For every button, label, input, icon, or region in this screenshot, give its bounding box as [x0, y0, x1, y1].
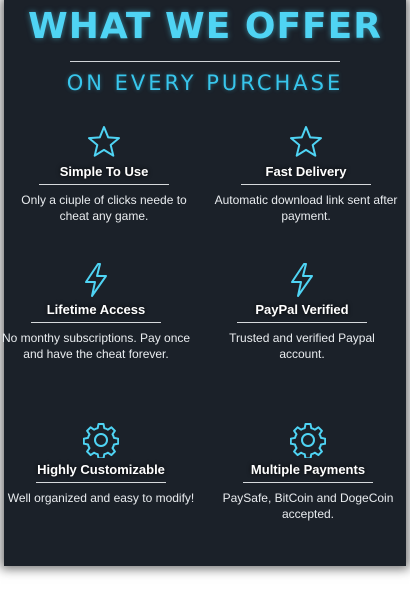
star-icon — [288, 124, 324, 160]
feature-description: Trusted and verified Paypal account. — [229, 331, 375, 361]
feature-description: Automatic download link sent after payme… — [214, 193, 398, 223]
feature-description: PaySafe, BitCoin and DogeCoin accepted. — [222, 491, 394, 521]
feature-highly-customizable: Highly Customizable Well organized and e… — [1, 422, 201, 506]
feature-fast-delivery: Fast Delivery Automatic download link se… — [206, 124, 406, 224]
lightning-icon — [78, 262, 114, 298]
lightning-icon — [284, 262, 320, 298]
feature-lifetime-access: Lifetime Access No monthy subscriptions.… — [0, 262, 196, 362]
offer-panel: WHAT WE OFFER ON EVERY PURCHASE Simple T… — [1, 0, 408, 566]
feature-title: Highly Customizable — [37, 462, 165, 477]
feature-divider — [31, 322, 161, 323]
feature-divider — [36, 482, 166, 483]
feature-multiple-payments: Multiple Payments PaySafe, BitCoin and D… — [208, 422, 408, 522]
gear-icon — [83, 422, 119, 458]
feature-divider — [241, 184, 371, 185]
feature-description: Only a ciuple of clicks neede to cheat a… — [21, 193, 187, 223]
page-title: WHAT WE OFFER — [28, 6, 382, 47]
feature-simple-to-use: Simple To Use Only a ciuple of clicks ne… — [4, 124, 204, 224]
feature-divider — [243, 482, 373, 483]
feature-title: Fast Delivery — [265, 164, 347, 179]
feature-paypal-verified: PayPal Verified Trusted and verified Pay… — [202, 262, 402, 362]
feature-divider — [237, 322, 367, 323]
feature-title: Lifetime Access — [46, 302, 146, 317]
page-subtitle: ON EVERY PURCHASE — [66, 71, 344, 95]
feature-divider — [39, 184, 169, 185]
title-divider — [70, 61, 340, 62]
feature-description: No monthy subscriptions. Pay once and ha… — [1, 331, 191, 361]
feature-description: Well organized and easy to modify! — [7, 491, 195, 505]
feature-title: Simple To Use — [59, 164, 149, 179]
star-icon — [86, 124, 122, 160]
feature-title: Multiple Payments — [250, 462, 366, 477]
gear-icon — [290, 422, 326, 458]
feature-title: PayPal Verified — [255, 302, 349, 317]
